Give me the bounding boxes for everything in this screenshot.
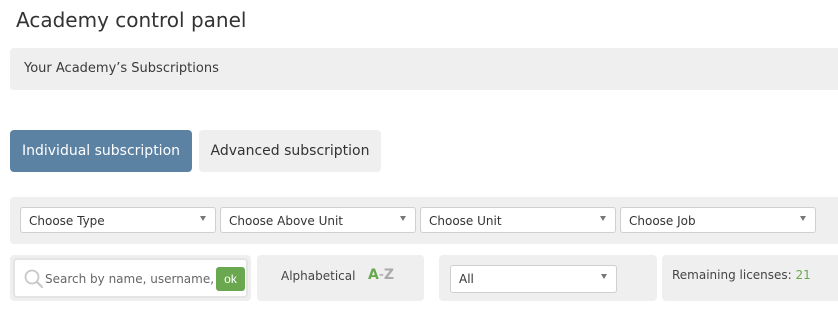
search-ok-button[interactable]: ok [216,267,245,291]
subscriptions-header-title: Your Academy’s Subscriptions [24,61,219,76]
tab-individual-subscription[interactable]: Individual subscription [10,130,192,172]
status-filter-panel: All [439,255,657,301]
choose-above-unit-select[interactable]: Choose Above Unit [220,207,416,233]
sort-label: Alphabetical [281,269,356,283]
chevron-down-icon [600,216,606,221]
search-icon [24,269,44,289]
sort-az-z: Z [383,267,395,283]
search-box: ok [13,258,248,298]
chevron-down-icon [800,216,806,221]
sort-az-a: A [368,267,379,283]
filter-bar: Choose Type Choose Above Unit Choose Uni… [10,197,838,244]
licenses-panel: Remaining licenses: 21 [662,255,838,301]
choose-unit-select-value: Choose Unit [429,214,502,228]
sort-az-toggle[interactable]: A-Z [368,267,394,283]
choose-type-select-value: Choose Type [29,214,105,228]
choose-unit-select[interactable]: Choose Unit [420,207,616,233]
choose-type-select[interactable]: Choose Type [20,207,216,233]
chevron-down-icon [400,216,406,221]
licenses-label: Remaining licenses: 21 [672,268,811,282]
choose-above-unit-select-value: Choose Above Unit [229,214,344,228]
chevron-down-icon [200,216,206,221]
licenses-label-text: Remaining licenses: [672,268,792,282]
choose-job-select[interactable]: Choose Job [620,207,816,233]
page-title: Academy control panel [16,8,247,32]
tab-advanced-subscription[interactable]: Advanced subscription [199,130,381,172]
status-filter-select-value: All [459,272,474,286]
search-input[interactable] [45,268,213,290]
search-panel: ok [10,255,251,301]
subscriptions-header: Your Academy’s Subscriptions [10,48,838,90]
choose-job-select-value: Choose Job [629,214,696,228]
chevron-down-icon [601,274,607,279]
sort-panel: Alphabetical A-Z [257,255,424,301]
licenses-count: 21 [795,268,811,282]
status-filter-select[interactable]: All [450,265,617,293]
